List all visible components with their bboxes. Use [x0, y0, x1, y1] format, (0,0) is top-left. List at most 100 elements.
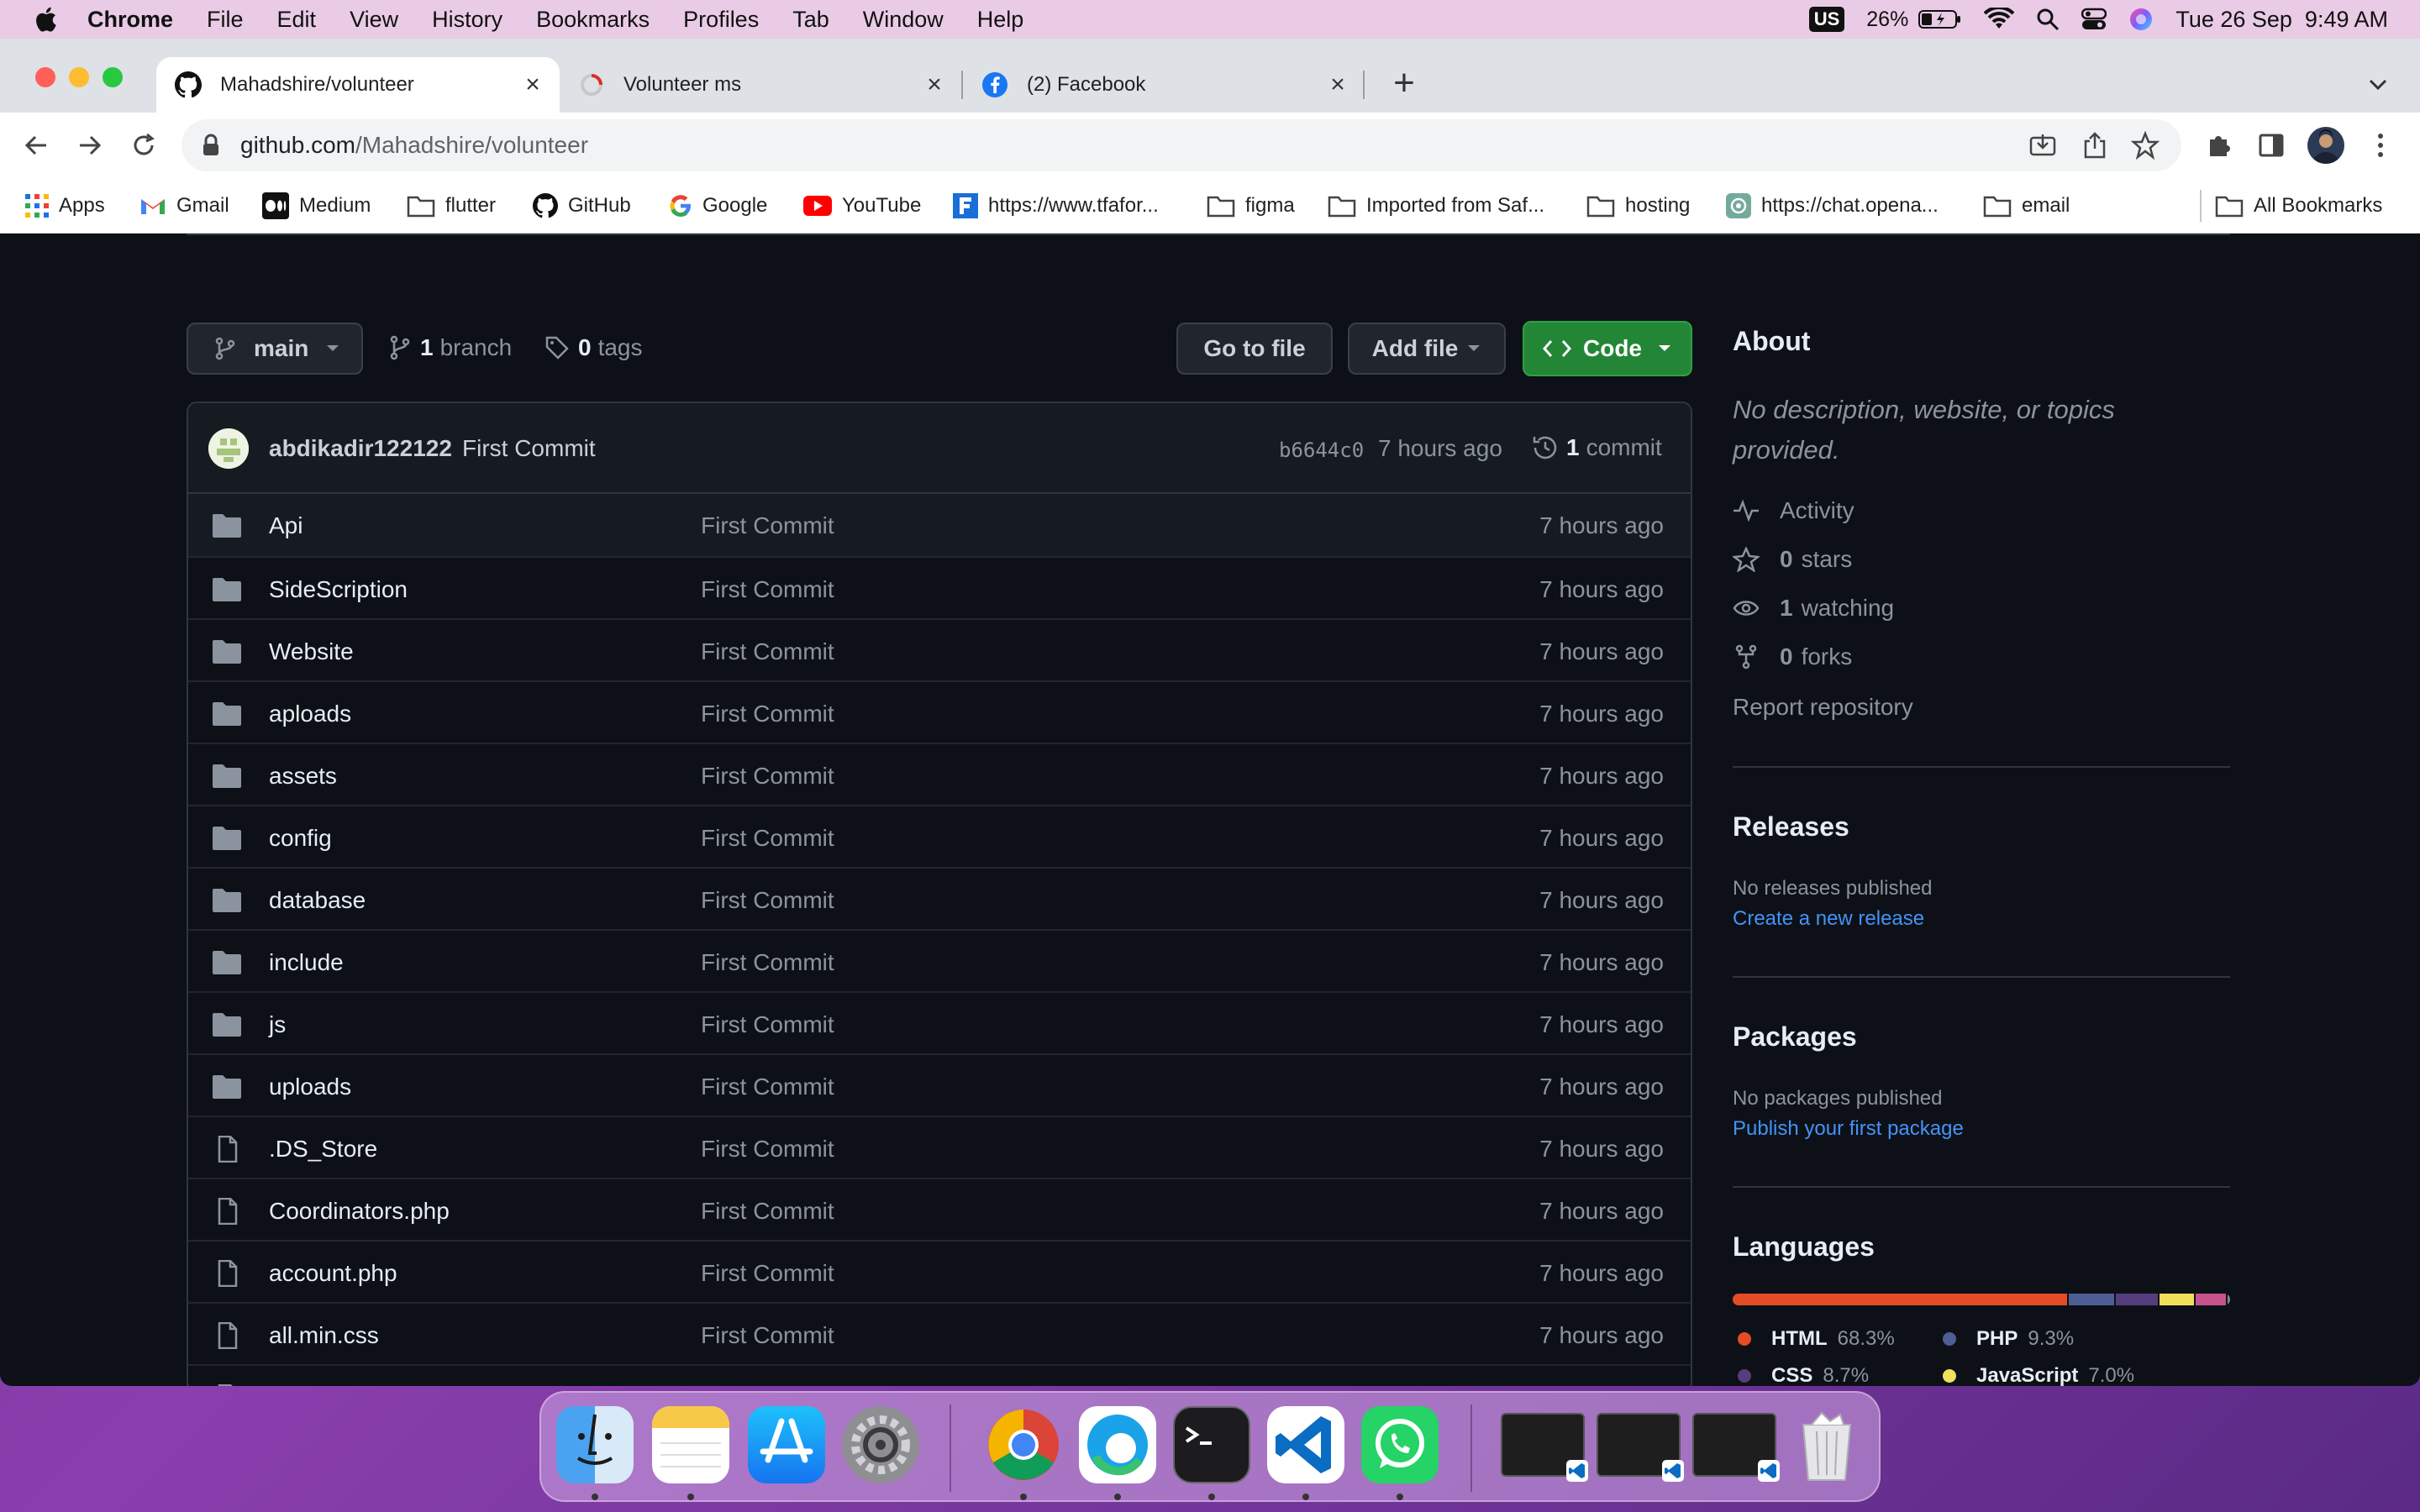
back-button[interactable]: [18, 128, 54, 163]
branches-link[interactable]: 1 branch: [388, 334, 512, 361]
file-commit-message-link[interactable]: First Commit: [701, 825, 834, 852]
file-commit-message-link[interactable]: First Commit: [701, 512, 834, 539]
dock-edge[interactable]: [1079, 1406, 1156, 1483]
file-name-link[interactable]: applay.php: [269, 1384, 382, 1386]
menu-profiles[interactable]: Profiles: [683, 7, 759, 33]
bookmark-github[interactable]: GitHub: [533, 192, 631, 220]
dock-whatsapp[interactable]: [1361, 1406, 1439, 1483]
bookmark-tfafor[interactable]: https://www.tfafor...: [953, 192, 1159, 220]
side-panel-button[interactable]: [2255, 129, 2287, 161]
file-name-link[interactable]: uploads: [269, 1074, 351, 1100]
close-tab-icon[interactable]: ×: [521, 71, 544, 98]
file-name-link[interactable]: account.php: [269, 1260, 397, 1287]
file-name-link[interactable]: all.min.css: [269, 1322, 379, 1349]
dock-finder[interactable]: [556, 1406, 634, 1483]
file-row[interactable]: Website First Commit 7 hours ago: [188, 618, 1691, 680]
bookmark-email[interactable]: email: [1983, 192, 2070, 220]
commit-author-avatar[interactable]: [208, 428, 249, 469]
tab-facebook[interactable]: (2) Facebook ×: [963, 57, 1365, 113]
language-item[interactable]: PHP 9.3%: [1943, 1327, 2074, 1351]
dock-minimized-window[interactable]: [1501, 1413, 1588, 1482]
commit-sha-link[interactable]: b6644c0: [1279, 438, 1364, 462]
file-commit-message-link[interactable]: First Commit: [701, 1198, 834, 1225]
file-commit-message-link[interactable]: First Commit: [701, 576, 834, 603]
file-row[interactable]: js First Commit 7 hours ago: [188, 991, 1691, 1053]
report-repository-link[interactable]: Report repository: [1733, 694, 1913, 721]
file-row[interactable]: account.php First Commit 7 hours ago: [188, 1240, 1691, 1302]
publish-package-link[interactable]: Publish your first package: [1733, 1117, 1964, 1141]
watching-link[interactable]: 1 watching: [1733, 595, 1894, 622]
install-app-icon[interactable]: [2028, 131, 2057, 160]
dock-minimized-window[interactable]: [1597, 1413, 1684, 1482]
bookmark-gmail[interactable]: Gmail: [139, 192, 229, 220]
file-name-link[interactable]: Api: [269, 512, 302, 539]
go-to-file-button[interactable]: Go to file: [1176, 323, 1333, 375]
extensions-button[interactable]: [2203, 129, 2235, 161]
file-name-link[interactable]: Coordinators.php: [269, 1198, 450, 1225]
file-commit-message-link[interactable]: First Commit: [701, 763, 834, 790]
bookmark-star-icon[interactable]: [2131, 131, 2160, 160]
bookmark-figma[interactable]: figma: [1207, 192, 1295, 220]
file-commit-message-link[interactable]: First Commit: [701, 1322, 834, 1349]
activity-link[interactable]: Activity: [1733, 497, 1854, 524]
commit-author-link[interactable]: abdikadir122122: [269, 435, 452, 462]
file-row[interactable]: include First Commit 7 hours ago: [188, 929, 1691, 991]
releases-heading[interactable]: Releases: [1733, 811, 1849, 843]
file-commit-message-link[interactable]: First Commit: [701, 1260, 834, 1287]
code-button[interactable]: Code: [1523, 321, 1692, 376]
file-row[interactable]: Coordinators.php First Commit 7 hours ago: [188, 1178, 1691, 1240]
bookmark-all-bookmarks[interactable]: All Bookmarks: [2215, 192, 2382, 220]
tags-link[interactable]: 0 tags: [544, 334, 643, 361]
minimize-window-button[interactable]: [69, 67, 89, 87]
file-commit-message-link[interactable]: First Commit: [701, 1384, 834, 1386]
file-commit-message-link[interactable]: First Commit: [701, 1011, 834, 1038]
dock-app-store[interactable]: [748, 1406, 825, 1483]
file-commit-message-link[interactable]: First Commit: [701, 949, 834, 976]
close-tab-icon[interactable]: ×: [923, 71, 946, 98]
input-source-indicator[interactable]: US: [1808, 7, 1845, 32]
dock-minimized-window[interactable]: [1692, 1413, 1780, 1482]
profile-avatar[interactable]: [2307, 127, 2344, 164]
bookmark-youtube[interactable]: YouTube: [803, 192, 921, 220]
language-item[interactable]: JavaScript 7.0%: [1943, 1364, 2134, 1386]
menu-help[interactable]: Help: [977, 7, 1024, 33]
file-row[interactable]: database First Commit 7 hours ago: [188, 867, 1691, 929]
menu-app-name[interactable]: Chrome: [87, 7, 173, 33]
menu-bookmarks[interactable]: Bookmarks: [536, 7, 650, 33]
menu-file[interactable]: File: [207, 7, 244, 33]
close-window-button[interactable]: [35, 67, 55, 87]
apple-icon[interactable]: [32, 4, 62, 34]
battery-icon[interactable]: [1918, 8, 1962, 30]
file-row[interactable]: .DS_Store First Commit 7 hours ago: [188, 1116, 1691, 1178]
bookmark-google[interactable]: Google: [669, 192, 767, 220]
share-icon[interactable]: [2082, 131, 2107, 160]
dock-trash[interactable]: [1788, 1406, 1865, 1483]
menu-view[interactable]: View: [350, 7, 398, 33]
bookmark-hosting[interactable]: hosting: [1586, 192, 1690, 220]
file-row[interactable]: all.min.css First Commit 7 hours ago: [188, 1302, 1691, 1364]
file-row[interactable]: assets First Commit 7 hours ago: [188, 743, 1691, 805]
close-tab-icon[interactable]: ×: [1326, 71, 1349, 98]
zoom-window-button[interactable]: [103, 67, 123, 87]
reload-button[interactable]: [126, 128, 161, 163]
tab-github-repo[interactable]: Mahadshire/volunteer ×: [156, 57, 560, 113]
dock-terminal[interactable]: [1173, 1406, 1250, 1483]
file-name-link[interactable]: Website: [269, 638, 354, 665]
file-commit-message-link[interactable]: First Commit: [701, 1136, 834, 1163]
bookmark-imported-from-safari[interactable]: Imported from Saf...: [1328, 192, 1544, 220]
menu-edit[interactable]: Edit: [277, 7, 317, 33]
dock-chrome[interactable]: [985, 1406, 1062, 1483]
menu-window[interactable]: Window: [863, 7, 944, 33]
tab-volunteer-ms[interactable]: Volunteer ms ×: [560, 57, 961, 113]
file-commit-message-link[interactable]: First Commit: [701, 638, 834, 665]
control-center-icon[interactable]: [2081, 8, 2107, 31]
bookmark-medium[interactable]: Medium: [262, 192, 371, 220]
create-release-link[interactable]: Create a new release: [1733, 907, 1924, 931]
clock[interactable]: Tue 26 Sep 9:49 AM: [2175, 7, 2388, 33]
file-row[interactable]: config First Commit 7 hours ago: [188, 805, 1691, 867]
tab-search-chevron-icon[interactable]: [2366, 72, 2390, 96]
file-name-link[interactable]: config: [269, 825, 332, 852]
file-name-link[interactable]: assets: [269, 763, 337, 790]
lock-icon[interactable]: [202, 134, 220, 157]
file-name-link[interactable]: aploads: [269, 701, 351, 727]
